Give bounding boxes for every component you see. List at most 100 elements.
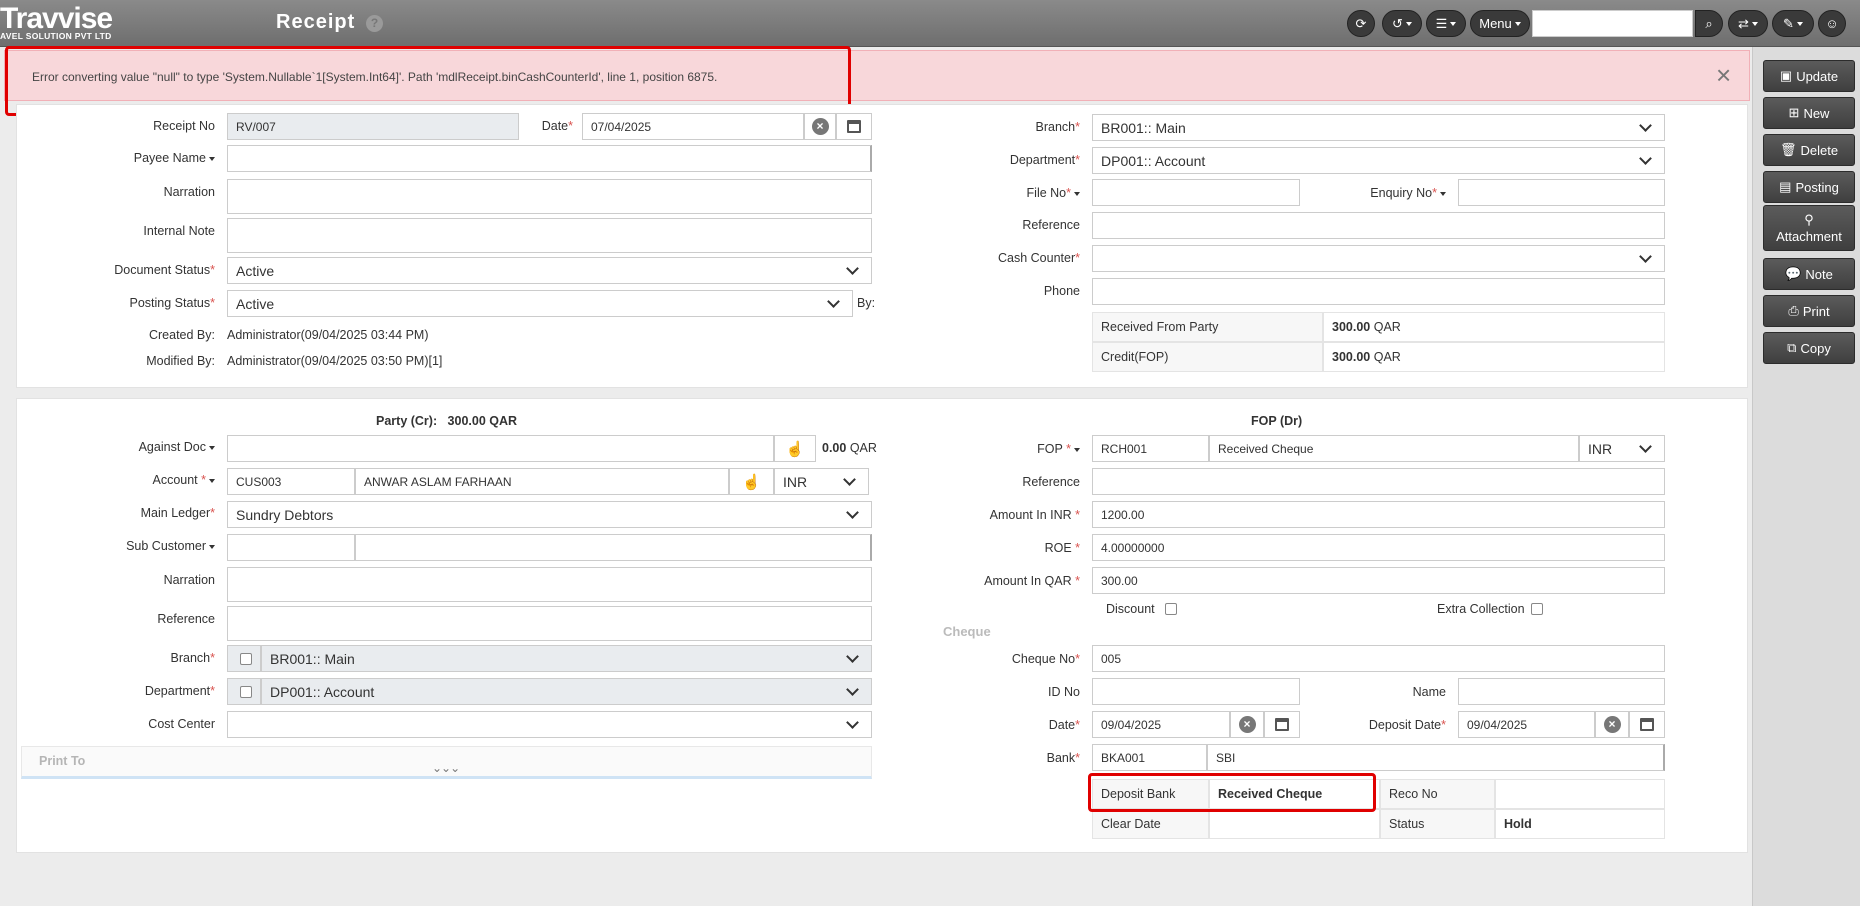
theme-brush-icon[interactable]: ✎ [1772, 10, 1814, 37]
posting-status-label: Posting Status* [129, 296, 215, 310]
department-select[interactable]: DP001:: Account [1092, 147, 1665, 174]
translate-icon[interactable]: ⇄ [1728, 10, 1768, 37]
posting-label: Posting [1795, 179, 1839, 195]
print-button[interactable]: ⎙ Print [1763, 295, 1855, 327]
expand-chevrons-icon[interactable]: ⌄⌄⌄ [432, 761, 460, 775]
enquiry-no-input[interactable] [1458, 179, 1665, 206]
credit-amount: 300.00 [1332, 350, 1371, 364]
credit-fop-label: Credit(FOP) [1092, 342, 1323, 372]
deposit-date-label-text: Deposit Date [1368, 718, 1442, 732]
extra-collection-checkbox[interactable] [1531, 603, 1543, 615]
payee-name-input[interactable] [227, 145, 872, 172]
main-menu-button[interactable]: Menu [1470, 10, 1530, 37]
user-profile-icon[interactable]: ☺ [1818, 10, 1846, 37]
sub-customer-label: Sub Customer [80, 539, 215, 553]
party-reference-textarea[interactable] [227, 606, 872, 641]
new-button[interactable]: ⊞ New [1763, 97, 1855, 129]
account-name-field[interactable]: ANWAR ASLAM FARHAAN [355, 468, 729, 495]
history-icon[interactable]: ↺ [1382, 10, 1422, 37]
print-to-section[interactable]: Print To ⌄⌄⌄ [21, 746, 872, 779]
fop-label-text: FOP [1037, 442, 1063, 456]
narration-textarea[interactable] [227, 179, 872, 214]
account-code-field[interactable]: CUS003 [227, 468, 355, 495]
against-doc-input[interactable] [227, 435, 774, 462]
party-narration-textarea[interactable] [227, 567, 872, 602]
party-department-checkbox[interactable] [240, 686, 252, 698]
refresh-icon[interactable]: ⟳ [1347, 10, 1375, 37]
close-alert-icon[interactable]: × [1716, 60, 1731, 91]
amount-inr-input[interactable]: 1200.00 [1092, 501, 1665, 528]
chevron-down-icon [827, 294, 840, 308]
update-button[interactable]: ▣ Update [1763, 60, 1855, 92]
cheque-no-label: Cheque No* [1011, 652, 1080, 666]
search-icon[interactable]: ⌕ [1695, 10, 1723, 37]
credit-currency: QAR [1373, 350, 1401, 364]
bank-name-field[interactable]: SBI [1207, 744, 1665, 771]
cost-center-select[interactable] [227, 711, 872, 738]
party-department-select[interactable]: DP001:: Account [261, 678, 872, 705]
attachment-button[interactable]: ⚲ Attachment [1763, 205, 1855, 251]
cheque-date-input[interactable]: 09/04/2025 [1092, 711, 1230, 738]
party-branch-checkbox[interactable] [240, 653, 252, 665]
against-currency: QAR [849, 441, 877, 455]
received-from-party-label: Received From Party [1092, 312, 1323, 342]
party-branch-select[interactable]: BR001:: Main [261, 645, 872, 672]
cash-counter-label: Cash Counter* [998, 251, 1080, 265]
cheque-section-title: Cheque [943, 624, 991, 639]
copy-button[interactable]: ⧉ Copy [1763, 332, 1855, 364]
fop-reference-input[interactable] [1092, 468, 1665, 495]
main-ledger-select[interactable]: Sundry Debtors [227, 501, 872, 528]
received-from-party-value: 300.00 QAR [1323, 312, 1665, 342]
phone-input[interactable] [1092, 278, 1665, 305]
document-status-select[interactable]: Active [227, 257, 872, 284]
delete-button[interactable]: 🗑 Delete [1763, 134, 1855, 166]
reco-no-label: Reco No [1380, 779, 1495, 809]
clear-deposit-date-icon[interactable]: × [1595, 711, 1629, 738]
discount-checkbox[interactable] [1165, 603, 1177, 615]
name-input[interactable] [1458, 678, 1665, 705]
branch-select[interactable]: BR001:: Main [1092, 114, 1665, 141]
clear-date-icon[interactable]: × [804, 113, 836, 140]
bank-code-field[interactable]: BKA001 [1092, 744, 1207, 771]
cash-counter-select[interactable] [1092, 245, 1665, 272]
pick-account-button[interactable]: ☝ [729, 468, 774, 495]
by-label: By: [857, 296, 876, 310]
posting-button[interactable]: ▤ Posting [1763, 171, 1855, 203]
cheque-calendar-icon[interactable] [1264, 711, 1300, 738]
account-label-text: Account [152, 473, 198, 487]
comment-icon: 💬 [1785, 266, 1802, 281]
reference-input[interactable] [1092, 212, 1665, 239]
help-icon[interactable]: ? [366, 15, 383, 32]
cheque-no-input[interactable]: 005 [1092, 645, 1665, 672]
page-title: Receipt [276, 11, 356, 33]
deposit-calendar-icon[interactable] [1629, 711, 1665, 738]
fop-name-field[interactable]: Received Cheque [1209, 435, 1579, 462]
id-no-input[interactable] [1092, 678, 1300, 705]
global-search-input[interactable] [1532, 10, 1693, 37]
fop-code-field[interactable]: RCH001 [1092, 435, 1209, 462]
fop-currency-select[interactable]: INR [1579, 435, 1665, 462]
branch-value: BR001:: Main [1101, 119, 1186, 136]
deposit-date-input[interactable]: 09/04/2025 [1458, 711, 1595, 738]
cash-counter-label-text: Cash Counter [998, 251, 1076, 265]
party-branch-label-text: Branch [170, 651, 211, 665]
amount-qar-input[interactable]: 300.00 [1092, 567, 1665, 594]
file-no-input[interactable] [1092, 179, 1300, 206]
account-currency-select[interactable]: INR [774, 468, 869, 495]
posting-status-select[interactable]: Active [227, 290, 853, 317]
clear-cheque-date-icon[interactable]: × [1230, 711, 1264, 738]
note-button[interactable]: 💬 Note [1763, 258, 1855, 290]
sub-customer-code-input[interactable] [227, 534, 355, 561]
roe-input[interactable]: 4.00000000 [1092, 534, 1665, 561]
sub-customer-name-input[interactable] [355, 534, 872, 561]
branch-label-text: Branch [1035, 120, 1076, 134]
calendar-icon[interactable] [836, 113, 872, 140]
date-field[interactable]: 07/04/2025 [582, 113, 804, 140]
list-menu-icon[interactable]: ☰ [1426, 10, 1466, 37]
pick-against-doc-button[interactable]: ☝ [774, 435, 816, 462]
book-icon: ▤ [1779, 179, 1792, 194]
internal-note-textarea[interactable] [227, 218, 872, 253]
extra-collection-label: Extra Collection [1437, 602, 1525, 616]
party-department-value: DP001:: Account [270, 683, 375, 700]
update-label: Update [1796, 68, 1839, 84]
